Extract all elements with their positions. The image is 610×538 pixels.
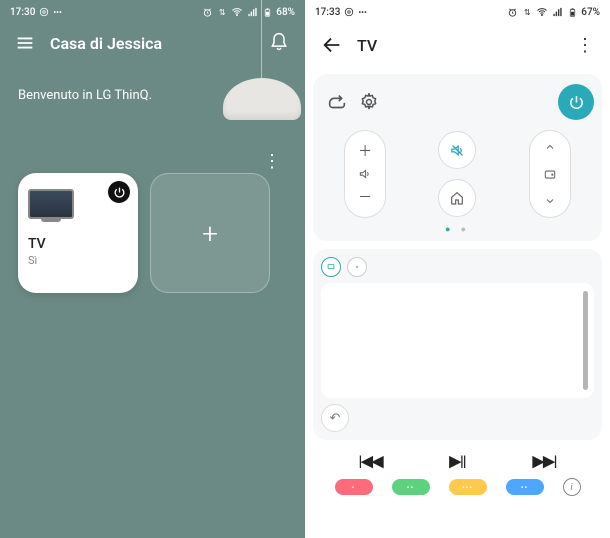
- status-battery: 67%: [581, 7, 600, 18]
- status-bar: 17:30 ••• ⇅ 68%: [0, 0, 305, 24]
- device-power-icon[interactable]: [108, 181, 130, 203]
- page-title: TV: [357, 36, 576, 55]
- battery-icon: [261, 6, 273, 18]
- trackpad-panel: ↶: [313, 249, 602, 440]
- trackpad[interactable]: [321, 283, 594, 398]
- signal-icon: [551, 6, 563, 18]
- blue-button[interactable]: ••: [506, 479, 544, 495]
- menu-icon[interactable]: [14, 32, 36, 54]
- previous-button[interactable]: |◀◀: [359, 452, 383, 470]
- home-screen: 17:30 ••• ⇅ 68% Casa di: [0, 0, 305, 538]
- wifi-icon: [536, 6, 548, 18]
- channel-icon: [543, 167, 557, 181]
- remote-header: TV ⋮: [305, 24, 610, 66]
- device-cards: ⋮ TV Sì +: [0, 103, 305, 293]
- status-time: 17:30: [10, 7, 35, 18]
- notification-icon: [343, 6, 355, 18]
- play-pause-button[interactable]: ▶||: [449, 452, 465, 470]
- scroll-bar[interactable]: [583, 291, 588, 390]
- home-button[interactable]: [438, 179, 476, 217]
- signal-icon: [246, 6, 258, 18]
- next-button[interactable]: ▶▶|: [533, 452, 557, 470]
- alarm-icon: [506, 6, 518, 18]
- tv-stand-icon: [41, 219, 61, 222]
- wifi-icon: [231, 6, 243, 18]
- device-status: Sì: [28, 254, 128, 267]
- data-icon: ⇅: [216, 6, 228, 18]
- volume-up-button[interactable]: ＋: [358, 141, 372, 161]
- tv-thumbnail-icon: [28, 189, 74, 219]
- color-buttons: • •• ••• •• i: [305, 476, 610, 500]
- page-indicator: ● ●: [321, 224, 594, 235]
- trackpad-mode-button[interactable]: [321, 257, 341, 277]
- plus-icon: +: [202, 217, 218, 250]
- cards-more-icon[interactable]: ⋮: [263, 153, 281, 171]
- alarm-icon: [201, 6, 213, 18]
- power-button[interactable]: [558, 84, 594, 120]
- welcome-text: Benvenuto in LG ThinQ.: [0, 62, 305, 103]
- volume-icon: [358, 167, 372, 181]
- remote-screen: 17:33 ••• ⇅ 67% TV ⋮: [305, 0, 610, 538]
- settings-icon[interactable]: [353, 86, 385, 118]
- remote-controls-panel: ＋ －: [313, 74, 602, 241]
- dpad-mode-button[interactable]: [347, 257, 367, 277]
- green-button[interactable]: ••: [392, 479, 430, 495]
- data-icon: ⇅: [521, 6, 533, 18]
- volume-control[interactable]: ＋ －: [344, 130, 386, 218]
- volume-down-button[interactable]: －: [358, 187, 372, 207]
- notification-icon: [38, 6, 50, 18]
- mute-button[interactable]: [438, 131, 476, 169]
- info-button[interactable]: i: [563, 478, 581, 496]
- status-bar: 17:33 ••• ⇅ 67%: [305, 0, 610, 24]
- channel-up-button[interactable]: [544, 141, 556, 153]
- status-extra: •••: [53, 8, 61, 17]
- battery-icon: [566, 6, 578, 18]
- channel-down-button[interactable]: [544, 195, 556, 207]
- page-title: Casa di Jessica: [50, 34, 269, 53]
- status-extra: •••: [358, 8, 366, 17]
- status-time: 17:33: [315, 7, 340, 18]
- add-device-card[interactable]: +: [150, 173, 270, 293]
- media-controls: |◀◀ ▶|| ▶▶|: [305, 448, 610, 476]
- channel-control[interactable]: [529, 130, 571, 218]
- back-button[interactable]: ↶: [321, 404, 349, 432]
- yellow-button[interactable]: •••: [449, 479, 487, 495]
- bell-icon[interactable]: [269, 32, 291, 54]
- app-header: Casa di Jessica: [0, 24, 305, 62]
- status-battery: 68%: [276, 7, 295, 18]
- device-card-tv[interactable]: TV Sì: [18, 173, 138, 293]
- device-title: TV: [28, 236, 128, 252]
- more-icon[interactable]: ⋮: [576, 35, 594, 56]
- input-icon[interactable]: [321, 86, 353, 118]
- back-icon[interactable]: [321, 34, 343, 56]
- red-button[interactable]: •: [335, 479, 373, 495]
